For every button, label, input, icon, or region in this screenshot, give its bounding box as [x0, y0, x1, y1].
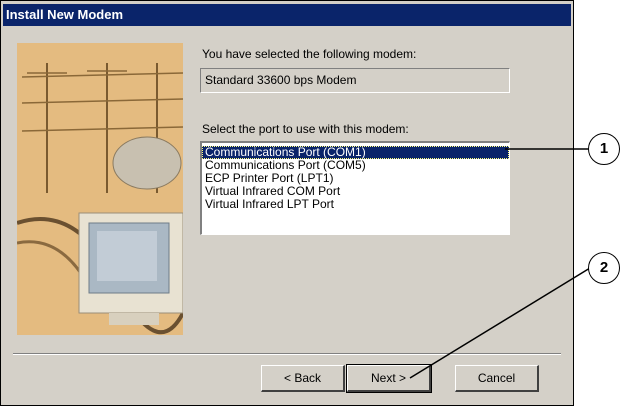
callout-2-line [409, 267, 591, 379]
callout-2: 2 [588, 252, 620, 284]
callout-1: 1 [588, 133, 620, 165]
callout-lines [409, 148, 591, 379]
